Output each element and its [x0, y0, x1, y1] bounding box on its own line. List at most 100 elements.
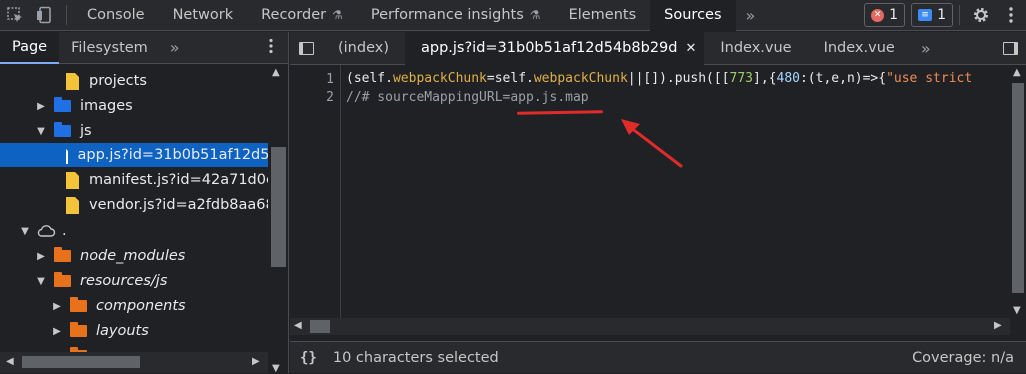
tab-console[interactable]: Console [73, 0, 159, 31]
js-file-icon [64, 146, 68, 164]
tree-item-label: resources/js [80, 273, 168, 289]
js-file-icon [66, 171, 79, 189]
tree-item-images[interactable]: ▶ images [0, 94, 268, 118]
editor-status-bar: {} 10 characters selected Coverage: n/a [290, 341, 1026, 373]
tab-page[interactable]: Page [0, 31, 60, 64]
tree-item-resources-js[interactable]: ▼ resources/js [0, 269, 268, 293]
tab-sources[interactable]: Sources [650, 0, 736, 31]
scrollbar-thumb[interactable] [310, 320, 330, 333]
pretty-print-icon[interactable]: {} [290, 350, 333, 366]
more-tabs-icon[interactable]: » [160, 38, 190, 57]
collapsed-arrow-icon[interactable]: ▶ [50, 301, 64, 312]
editor-tab-index-vue-2[interactable]: Index.vue [808, 32, 911, 65]
collapsed-arrow-icon[interactable]: ▶ [50, 326, 64, 337]
tree-item-label: vendor.js?id=a2fdb8aa6867 [89, 197, 268, 213]
code-area[interactable]: 1 2 (self.webpackChunk=self.webpackChunk… [290, 65, 1010, 318]
kebab-menu-icon[interactable] [260, 38, 288, 58]
code-token: 480 [776, 71, 800, 86]
expanded-arrow-icon[interactable]: ▼ [34, 126, 48, 137]
scroll-right-icon[interactable]: ▶ [252, 356, 260, 367]
collapsed-arrow-icon[interactable]: ▶ [34, 101, 48, 112]
tree-item-origin[interactable]: ▼ . [0, 219, 268, 243]
tab-recorder[interactable]: Recorder ⚗ [247, 0, 357, 31]
tab-label: Sources [664, 7, 722, 23]
scroll-up-icon[interactable]: ▲ [1013, 67, 1021, 78]
code-token: =self. [486, 71, 534, 86]
tree-item-label: manifest.js?id=42a71d0ccf [89, 172, 268, 188]
scroll-down-icon[interactable]: ▼ [272, 363, 280, 374]
tab-label: Filesystem [71, 39, 148, 56]
folder-icon [54, 122, 71, 137]
file-navigator: Page Filesystem » projects ▶ images ▼ js… [0, 31, 289, 374]
tab-network[interactable]: Network [159, 0, 248, 31]
tree-item-components[interactable]: ▶ components [0, 294, 268, 318]
collapsed-arrow-icon[interactable]: ▶ [34, 251, 48, 262]
tree-item-manifest-js[interactable]: manifest.js?id=42a71d0ccf [0, 168, 268, 192]
inspect-icon[interactable] [0, 0, 30, 31]
editor-tabs: (index) app.js?id=31b0b51af12d54b8b29d ✕… [290, 31, 1026, 65]
tab-filesystem[interactable]: Filesystem [59, 32, 160, 64]
collapse-navigator-icon[interactable] [290, 32, 322, 65]
toolbar-divider [959, 5, 960, 25]
devtools-toolbar: Console Network Recorder ⚗ Performance in… [0, 0, 1026, 31]
experiment-flask-icon: ⚗ [529, 8, 541, 22]
tree-item-node-modules[interactable]: ▶ node_modules [0, 244, 268, 268]
editor-tab-index[interactable]: (index) [322, 32, 405, 65]
error-counter-button[interactable]: ✕ 1 [864, 3, 906, 27]
tree-item-js[interactable]: ▼ js [0, 119, 268, 143]
editor-vertical-scrollbar[interactable]: ▲ ▼ [1010, 65, 1026, 319]
tree-item-label: node_modules [80, 248, 186, 264]
navigator-horizontal-scrollbar[interactable]: ◀ ▶ [0, 352, 268, 373]
folder-icon [54, 247, 71, 262]
tab-label: app.js?id=31b0b51af12d54b8b29d [420, 40, 678, 56]
tab-elements[interactable]: Elements [555, 0, 651, 31]
tab-label: Index.vue [823, 40, 895, 56]
tab-label: Page [12, 38, 48, 55]
editor-horizontal-scrollbar[interactable]: ◀ ▶ [290, 318, 1010, 335]
editor-tab-app-js[interactable]: app.js?id=31b0b51af12d54b8b29d ✕ [404, 31, 705, 65]
js-file-icon [66, 196, 79, 214]
folder-icon [70, 322, 87, 337]
expand-debugger-icon[interactable] [994, 32, 1026, 65]
code-line-2[interactable]: //# sourceMappingURL=app.js.map [346, 90, 589, 105]
coverage-status[interactable]: Coverage: n/a [912, 350, 1026, 366]
tab-performance-insights[interactable]: Performance insights ⚗ [357, 0, 555, 31]
source-editor: (index) app.js?id=31b0b51af12d54b8b29d ✕… [290, 31, 1026, 373]
settings-gear-icon[interactable] [966, 0, 996, 31]
scrollbar-thumb[interactable] [271, 147, 286, 267]
code-token: webpackChunk [392, 71, 487, 86]
scroll-right-icon[interactable]: ▶ [994, 320, 1002, 331]
code-line-1[interactable]: (self.webpackChunk=self.webpackChunk||[]… [346, 71, 972, 86]
navigator-tabs: Page Filesystem » [0, 31, 288, 64]
code-token: webpackChunk [533, 71, 628, 86]
tree-item-label: projects [89, 73, 147, 89]
more-tabs-icon[interactable]: » [911, 39, 941, 58]
selection-status: 10 characters selected [332, 349, 499, 366]
editor-tab-index-vue[interactable]: Index.vue [704, 32, 807, 65]
kebab-menu-icon[interactable] [996, 0, 1026, 31]
scroll-left-icon[interactable]: ◀ [6, 356, 14, 367]
code-token: ],{ [753, 71, 777, 86]
code-token: :(t,e,n)=>{ [799, 71, 887, 86]
scrollbar-thumb[interactable] [22, 356, 140, 368]
scroll-down-icon[interactable]: ▼ [1013, 305, 1021, 316]
tab-label: Recorder [261, 7, 327, 23]
device-toggle-icon[interactable] [30, 0, 60, 31]
tab-label: Network [172, 7, 234, 23]
tree-item-vendor-js[interactable]: vendor.js?id=a2fdb8aa6867 [0, 193, 268, 217]
tree-item-projects[interactable]: projects [0, 69, 268, 93]
message-count: 1 [937, 7, 946, 23]
expanded-arrow-icon[interactable]: ▼ [18, 226, 32, 237]
tree-item-layouts[interactable]: ▶ layouts [0, 319, 268, 343]
navigator-vertical-scrollbar[interactable]: ▲ ▼ [268, 65, 288, 374]
message-counter-button[interactable]: ≡ 1 [911, 3, 953, 27]
experiment-flask-icon: ⚗ [332, 8, 343, 22]
tree-item-app-js[interactable]: app.js?id=31b0b51af12d54b8b29d [0, 143, 268, 167]
tree-item-label: components [96, 298, 186, 314]
expanded-arrow-icon[interactable]: ▼ [34, 276, 48, 287]
scroll-left-icon[interactable]: ◀ [294, 320, 302, 331]
more-tabs-icon[interactable]: » [736, 6, 766, 25]
scroll-up-icon[interactable]: ▲ [272, 67, 280, 78]
close-icon[interactable]: ✕ [685, 41, 696, 56]
scrollbar-thumb[interactable] [1012, 83, 1024, 293]
